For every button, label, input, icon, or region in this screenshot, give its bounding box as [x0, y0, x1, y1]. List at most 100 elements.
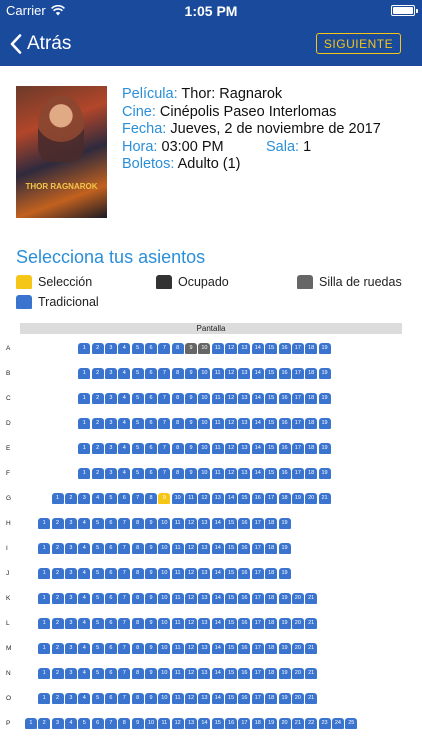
seat-traditional[interactable]: 6	[145, 368, 157, 379]
seat-traditional[interactable]: 5	[91, 543, 104, 554]
seat-traditional[interactable]: 19	[278, 518, 291, 529]
seat-traditional[interactable]: 8	[171, 443, 184, 454]
seat-traditional[interactable]: 4	[78, 618, 91, 629]
seat-traditional[interactable]: 7	[118, 593, 131, 604]
seat-traditional[interactable]: 8	[131, 643, 144, 654]
seat-traditional[interactable]: 5	[131, 368, 144, 379]
seat-traditional[interactable]: 9	[131, 718, 144, 729]
seat-traditional[interactable]: 13	[238, 418, 251, 429]
seat-traditional[interactable]: 19	[278, 568, 291, 579]
seat-traditional[interactable]: 11	[171, 643, 184, 654]
seat-traditional[interactable]: 1	[38, 618, 51, 629]
seat-traditional[interactable]: 17	[238, 718, 251, 729]
seat-traditional[interactable]: 21	[305, 643, 318, 654]
seat-traditional[interactable]: 18	[265, 593, 278, 604]
seat-traditional[interactable]: 14	[251, 443, 264, 454]
seat-traditional[interactable]: 16	[238, 593, 251, 604]
seat-traditional[interactable]: 14	[225, 493, 238, 504]
seat-traditional[interactable]: 8	[131, 518, 144, 529]
seat-traditional[interactable]: 14	[251, 368, 264, 379]
seat-traditional[interactable]: 18	[305, 443, 318, 454]
seat-traditional[interactable]: 13	[185, 718, 198, 729]
seat-traditional[interactable]: 16	[238, 668, 251, 679]
seat-traditional[interactable]: 1	[78, 343, 91, 354]
seat-traditional[interactable]: 6	[118, 493, 131, 504]
seat-traditional[interactable]: 4	[118, 443, 131, 454]
seat-traditional[interactable]: 20	[305, 493, 318, 504]
seat-traditional[interactable]: 13	[198, 668, 211, 679]
seat-traditional[interactable]: 3	[64, 693, 77, 704]
seat-traditional[interactable]: 4	[118, 368, 131, 379]
seat-traditional[interactable]: 6	[145, 393, 157, 404]
seat-traditional[interactable]: 5	[131, 443, 144, 454]
seat-traditional[interactable]: 11	[185, 493, 198, 504]
seat-traditional[interactable]: 3	[64, 543, 77, 554]
seat-traditional[interactable]: 10	[158, 518, 171, 529]
seat-traditional[interactable]: 5	[91, 518, 104, 529]
seat-traditional[interactable]: 3	[64, 668, 77, 679]
seat-traditional[interactable]: 14	[198, 718, 211, 729]
seat-traditional[interactable]: 13	[198, 693, 211, 704]
seat-traditional[interactable]: 17	[265, 493, 278, 504]
seat-traditional[interactable]: 17	[251, 518, 264, 529]
seat-traditional[interactable]: 4	[78, 693, 91, 704]
seat-traditional[interactable]: 11	[171, 593, 184, 604]
seat-traditional[interactable]: 5	[91, 593, 104, 604]
seat-traditional[interactable]: 7	[131, 493, 144, 504]
seat-traditional[interactable]: 13	[198, 643, 211, 654]
seat-traditional[interactable]: 6	[104, 693, 117, 704]
seat-traditional[interactable]: 2	[51, 693, 64, 704]
seat-traditional[interactable]: 1	[24, 718, 37, 729]
seat-traditional[interactable]: 14	[211, 593, 224, 604]
seat-traditional[interactable]: 19	[278, 618, 291, 629]
seat-traditional[interactable]: 3	[104, 393, 117, 404]
seat-selected[interactable]: 9	[158, 493, 171, 504]
seat-traditional[interactable]: 13	[198, 618, 211, 629]
seat-traditional[interactable]: 10	[198, 418, 211, 429]
seat-traditional[interactable]: 14	[251, 468, 264, 479]
seat-traditional[interactable]: 19	[278, 693, 291, 704]
seat-traditional[interactable]: 2	[38, 718, 51, 729]
seat-traditional[interactable]: 20	[278, 718, 291, 729]
seat-traditional[interactable]: 5	[91, 693, 104, 704]
seat-traditional[interactable]: 5	[131, 343, 144, 354]
seat-traditional[interactable]: 15	[225, 543, 238, 554]
seat-traditional[interactable]: 15	[265, 468, 278, 479]
seat-traditional[interactable]: 12	[185, 643, 198, 654]
seat-traditional[interactable]: 2	[91, 343, 104, 354]
seat-traditional[interactable]: 16	[278, 418, 291, 429]
seat-traditional[interactable]: 21	[305, 618, 318, 629]
seat-traditional[interactable]: 10	[158, 693, 171, 704]
seat-traditional[interactable]: 9	[145, 568, 157, 579]
seat-traditional[interactable]: 7	[118, 693, 131, 704]
seat-traditional[interactable]: 18	[305, 343, 318, 354]
seat-traditional[interactable]: 18	[265, 643, 278, 654]
seat-traditional[interactable]: 13	[238, 443, 251, 454]
seat-traditional[interactable]: 20	[291, 693, 304, 704]
seat-traditional[interactable]: 2	[51, 643, 64, 654]
seat-traditional[interactable]: 1	[78, 393, 91, 404]
seat-traditional[interactable]: 18	[251, 718, 264, 729]
seat-traditional[interactable]: 20	[291, 593, 304, 604]
seat-traditional[interactable]: 7	[158, 368, 171, 379]
seat-traditional[interactable]: 11	[211, 343, 224, 354]
seat-traditional[interactable]: 11	[211, 418, 224, 429]
seat-traditional[interactable]: 11	[171, 518, 184, 529]
seat-traditional[interactable]: 9	[185, 368, 198, 379]
seat-traditional[interactable]: 2	[51, 518, 64, 529]
seat-traditional[interactable]: 6	[104, 568, 117, 579]
seat-traditional[interactable]: 11	[171, 543, 184, 554]
seat-traditional[interactable]: 14	[211, 693, 224, 704]
seat-traditional[interactable]: 8	[131, 568, 144, 579]
seat-traditional[interactable]: 3	[104, 343, 117, 354]
seat-traditional[interactable]: 16	[238, 693, 251, 704]
seat-traditional[interactable]: 7	[118, 643, 131, 654]
seat-traditional[interactable]: 9	[145, 618, 157, 629]
seat-traditional[interactable]: 13	[211, 493, 224, 504]
seat-traditional[interactable]: 14	[211, 618, 224, 629]
seat-traditional[interactable]: 9	[145, 518, 157, 529]
seat-traditional[interactable]: 11	[211, 368, 224, 379]
seat-traditional[interactable]: 9	[185, 393, 198, 404]
seat-occupied[interactable]: 9	[185, 343, 198, 354]
seat-traditional[interactable]: 20	[291, 618, 304, 629]
